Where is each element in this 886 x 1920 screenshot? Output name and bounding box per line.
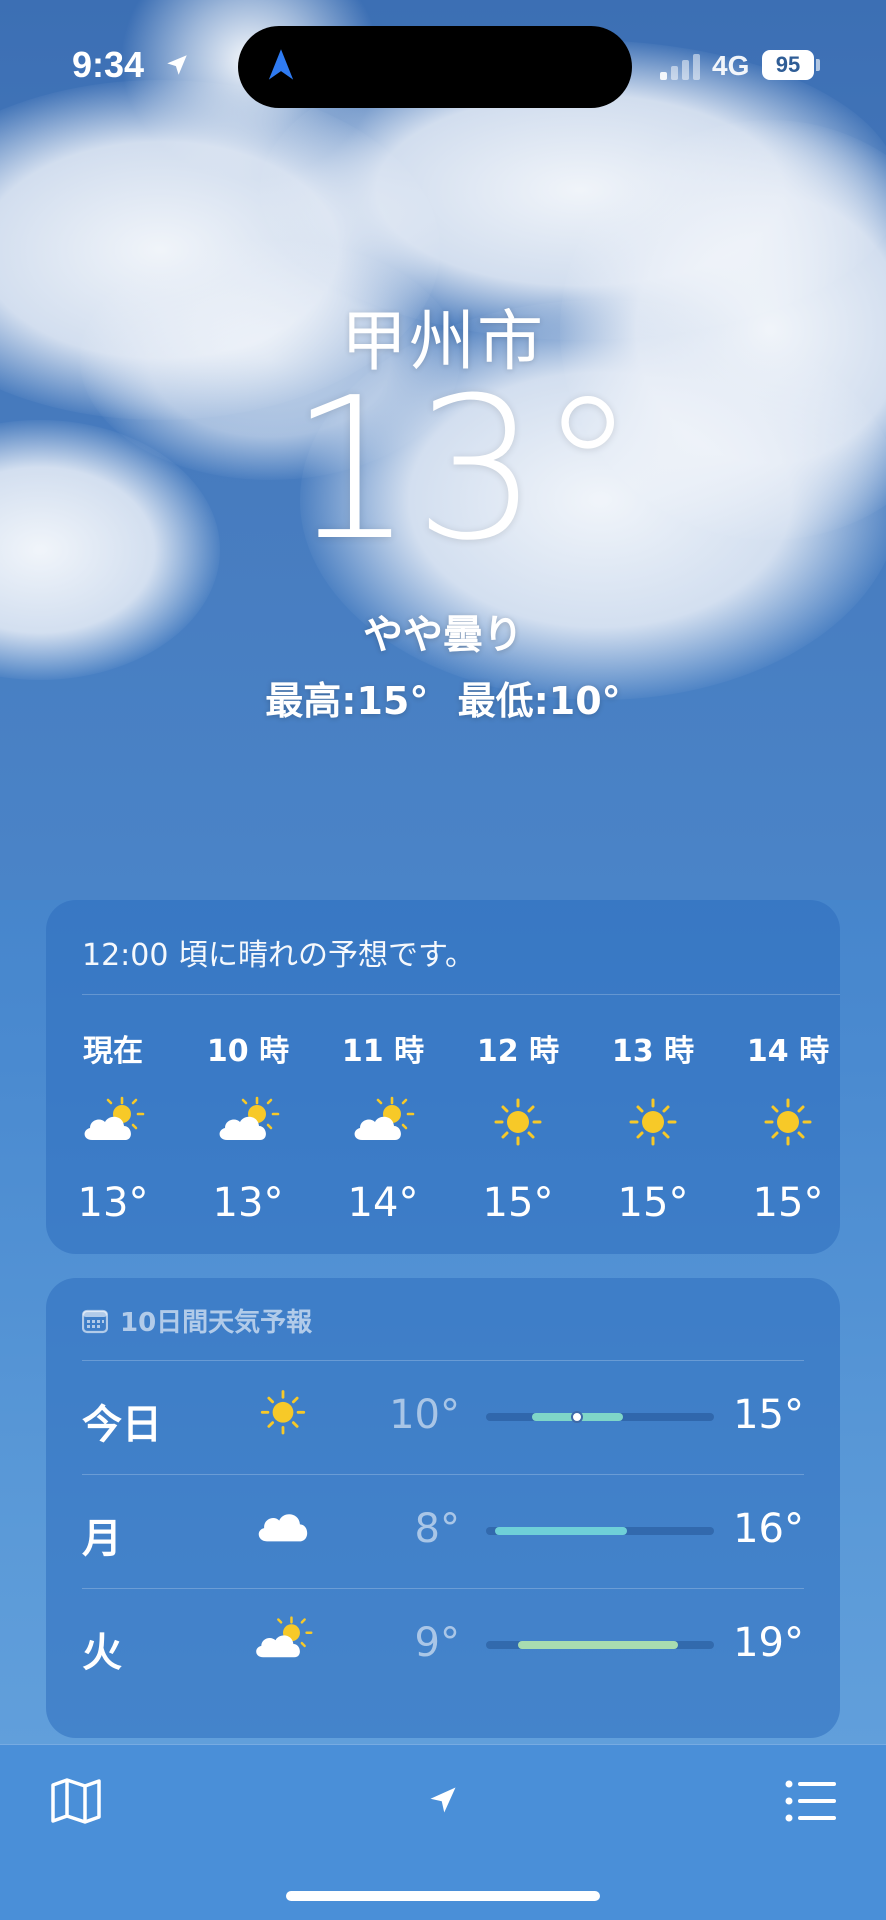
day-high: 19° — [733, 1620, 804, 1666]
signal-icon — [660, 54, 700, 80]
hour-temp: 13° — [212, 1180, 284, 1226]
temp-range-track — [486, 1411, 714, 1423]
low-temp: 最低:10° — [457, 679, 621, 723]
hour-item: 現在 13° — [48, 1026, 178, 1226]
temp-range-fill — [495, 1527, 627, 1535]
partly-sunny-icon — [348, 1092, 418, 1152]
bottom-toolbar — [0, 1744, 886, 1920]
day-row[interactable]: 月 8° 16° — [46, 1474, 840, 1586]
hour-item: 10 時 13° — [183, 1026, 313, 1226]
hour-label: 11 時 — [341, 1034, 425, 1069]
high-temp: 最高:15° — [265, 679, 429, 723]
partly-sunny-icon — [78, 1092, 148, 1152]
day-high: 16° — [733, 1506, 804, 1552]
current-temperature: 13° — [289, 356, 637, 584]
list-icon[interactable] — [784, 1779, 836, 1823]
hourly-forecast-card[interactable]: 12:00 頃に晴れの予想です。 現在 13° 10 時 13° 11 時 14° 12 時… — [46, 900, 840, 1254]
day-row[interactable]: 火 9° 19° — [46, 1588, 840, 1700]
divider — [82, 994, 840, 995]
daily-header: 10日間天気予報 — [82, 1302, 312, 1339]
daily-title: 10日間天気予報 — [120, 1308, 313, 1338]
hour-temp: 14° — [347, 1180, 419, 1226]
network-type: 4G — [712, 50, 750, 81]
day-low: 9° — [414, 1620, 460, 1666]
hour-label: 現在 — [83, 1034, 143, 1069]
condition: やや曇り — [363, 612, 523, 658]
sun-icon — [250, 1384, 316, 1444]
forecast-note: 12:00 頃に晴れの予想です。 — [82, 938, 475, 973]
hour-label: 12 時 — [476, 1034, 560, 1069]
day-row[interactable]: 今日 10° 15° — [46, 1360, 840, 1472]
battery-icon: 95 — [762, 50, 814, 80]
day-name: 今日 — [82, 1402, 162, 1448]
daily-forecast-card[interactable]: 10日間天気予報 今日 10° 15° 月 8° 16° 火 9° 19° — [46, 1278, 840, 1738]
hour-temp: 15° — [482, 1180, 554, 1226]
day-low: 10° — [389, 1392, 460, 1438]
divider — [82, 1474, 804, 1475]
cloud-icon — [250, 1498, 316, 1558]
hour-item: 12 時 15° — [453, 1026, 583, 1226]
partly-sunny-icon — [250, 1612, 316, 1672]
status-bar: 9:34 4G 95 — [0, 0, 886, 130]
sun-icon — [483, 1092, 553, 1152]
day-low: 8° — [414, 1506, 460, 1552]
calendar-icon — [82, 1309, 108, 1333]
battery-tip — [816, 59, 820, 71]
hour-item: 14 時 15° — [723, 1026, 853, 1226]
high-low: 最高:15° 最低:10° — [0, 670, 886, 725]
day-name: 火 — [82, 1630, 122, 1676]
location-arrow-icon — [167, 55, 187, 75]
hour-label: 10 時 — [206, 1034, 290, 1069]
hour-temp: 15° — [617, 1180, 689, 1226]
divider — [82, 1360, 804, 1361]
sun-icon — [618, 1092, 688, 1152]
day-name: 月 — [82, 1516, 122, 1562]
partly-sunny-icon — [213, 1092, 283, 1152]
current-location-icon[interactable] — [428, 1785, 458, 1815]
dynamic-island — [238, 26, 632, 108]
hour-temp: 15° — [752, 1180, 824, 1226]
navigation-arrow-icon — [268, 49, 294, 80]
current-temp-dot — [571, 1411, 583, 1423]
hour-label: 14 時 — [746, 1034, 830, 1069]
divider — [82, 1588, 804, 1589]
temp-range-track — [486, 1641, 714, 1649]
clock: 9:34 — [72, 44, 145, 85]
day-high: 15° — [733, 1392, 804, 1438]
home-indicator — [286, 1891, 600, 1901]
map-icon[interactable] — [50, 1777, 102, 1825]
temp-range-track — [486, 1527, 714, 1535]
hour-item: 11 時 14° — [318, 1026, 448, 1226]
hour-item: 13 時 15° — [588, 1026, 718, 1226]
temp-range-fill — [518, 1641, 678, 1649]
sun-icon — [753, 1092, 823, 1152]
hour-temp: 13° — [77, 1180, 149, 1226]
hour-label: 13 時 — [611, 1034, 695, 1069]
